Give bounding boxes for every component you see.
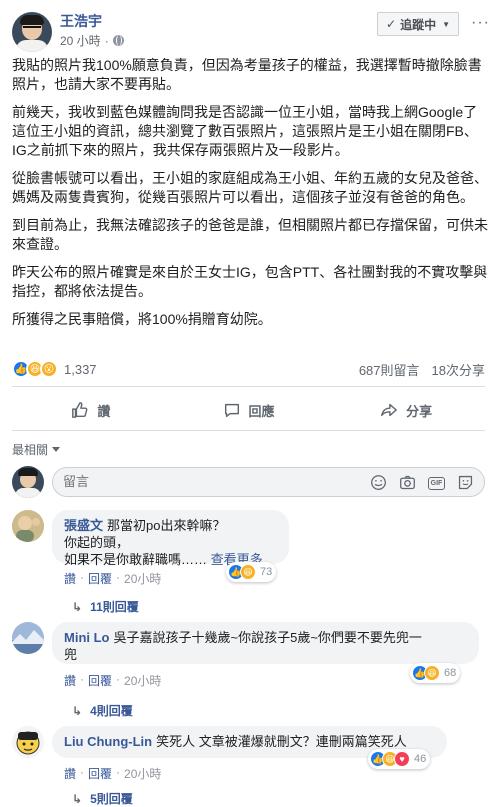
reply-arrow-icon: ↳ [72,703,83,718]
post-body: 我貼的照片我100%願意負責，但因為考量孩子的權益，我選擇暫時撤除臉書照片，也請… [12,56,488,338]
post-paragraph: 我貼的照片我100%願意負責，但因為考量孩子的權益，我選擇暫時撤除臉書照片，也請… [12,57,482,92]
comment-reaction-count: 68 [444,667,457,679]
comment-like-link[interactable]: 讚 [64,672,76,689]
post-meta: 20 小時 · [60,32,124,49]
following-label: 追蹤中 [400,17,437,32]
comment-button[interactable]: 回應 [170,394,328,426]
separator-dot: · [80,765,85,779]
replies-count: 4則回覆 [90,704,133,718]
like-button[interactable]: 讚 [12,394,170,426]
share-label: 分享 [406,403,433,419]
comment-bubble: Mini Lo 吳子嘉說孩子十幾歲~你說孩子5歲~你們要不要先兜一 兜 [52,622,479,664]
replies-count: 5則回覆 [90,792,133,806]
separator-dot: · [116,570,121,584]
emoji-icon[interactable] [370,474,387,491]
reaction-count: 1,337 [64,361,97,377]
comment-reactions[interactable]: 👍 😆 68 [410,663,461,683]
comment-composer: GIF [12,466,485,498]
comment-text: 你起的頭， [64,535,130,550]
haha-reaction-icon: 😆 [424,665,440,681]
love-reaction-icon: ♥ [394,751,410,767]
comment-input[interactable] [63,474,313,489]
comment-actions: 讚 · 回覆 · 20小時 [64,672,161,689]
comment-text: 如果不是你敢辭職嗎…… [64,552,208,567]
commenter-avatar[interactable] [12,622,44,654]
following-button[interactable]: ✓ 追蹤中 ▼ [377,12,459,36]
comment-text: 兜 [64,647,78,662]
comment-time[interactable]: 20小時 [124,672,161,689]
replies-count: 11則回覆 [90,600,139,614]
reply-arrow-icon: ↳ [72,791,83,806]
post-stats: 👍 😆 😮 1,337 687則留言 18次分享 [12,358,485,380]
post-paragraph: 從臉書帳號可以看出，王小姐的家庭組成為王小姐、年約五歲的女兒及爸爸、媽媽及兩隻貴… [12,170,488,205]
post-time[interactable]: 20 小時 [60,32,101,49]
comment-reaction-count: 73 [260,566,273,578]
comment-reactions[interactable]: 👍 😆 73 [226,562,277,582]
view-replies-link[interactable]: ↳ 4則回覆 [72,702,133,719]
globe-icon [112,35,124,46]
comment-input-box[interactable]: GIF [52,467,485,497]
author-avatar[interactable] [12,12,52,52]
commenter-name[interactable]: 張盛文 [64,518,103,533]
post-paragraph: 所獲得之民事賠償，將100%捐贈育幼院。 [12,311,272,327]
like-label: 讚 [97,403,111,419]
post-paragraph: 昨天公布的照片確實是來自於王女士IG，包含PTT、各社團對我的不實攻擊與指控，都… [12,264,488,299]
caret-down-icon: ▼ [442,19,450,29]
thumbs-up-icon [72,402,88,418]
comment-actions: 讚 · 回覆 · 20小時 [64,765,161,782]
comment-reply-link[interactable]: 回覆 [88,672,112,689]
commenter-name[interactable]: Mini Lo [64,630,110,645]
share-arrow-icon [381,403,398,417]
comment-reaction-count: 46 [414,753,427,765]
share-button[interactable]: 分享 [327,394,485,426]
comments-count-link[interactable]: 687則留言 [359,360,420,379]
comment-sort-dropdown[interactable]: 最相關 [12,441,61,458]
caret-down-icon [52,447,61,452]
separator-dot: · [80,672,85,686]
viewer-avatar [12,466,44,498]
comment-bubble: 張盛文 那當初po出來幹嘛？ 你起的頭， 如果不是你敢辭職嗎…… 查看更多 [52,510,289,567]
post-paragraph: 到目前為止，我無法確認孩子的爸爸是誰，但相關照片都已存擋保留，可供未來查證。 [12,217,488,252]
comment-like-link[interactable]: 讚 [64,765,76,782]
separator-dot: · [116,672,121,686]
haha-reaction-icon: 😆 [240,564,256,580]
reply-arrow-icon: ↳ [72,599,83,614]
more-options-button[interactable]: ··· [471,14,490,32]
post-actions: 讚 回應 分享 [12,394,485,426]
comment-time[interactable]: 20小時 [124,570,161,587]
view-replies-link[interactable]: ↳ 5則回覆 [72,790,133,807]
post-paragraph: 前幾天，我收到藍色媒體詢問我是否認識一位王小姐，當時我上網Google了這位王小… [12,104,478,158]
sticker-icon[interactable] [457,474,474,491]
comment-reply-link[interactable]: 回覆 [88,570,112,587]
reaction-summary[interactable]: 👍 😆 😮 1,337 [12,360,97,378]
divider [12,430,485,431]
comment-like-link[interactable]: 讚 [64,570,76,587]
meta-separator: · [104,33,109,48]
check-icon: ✓ [386,17,397,31]
comment-time[interactable]: 20小時 [124,765,161,782]
wow-reaction-icon: 😮 [40,360,58,378]
comment-label: 回應 [248,403,275,419]
comment-reply-link[interactable]: 回覆 [88,765,112,782]
camera-icon[interactable] [399,474,416,491]
comment-text: 笑死人 文章被灌爆就刪文？連刪兩篇笑死人 [156,734,407,749]
comment-actions: 讚 · 回覆 · 20小時 [64,570,161,587]
commenter-avatar[interactable] [12,726,44,758]
comment-reactions[interactable]: 👍 😆 ♥ 46 [368,749,431,769]
author-name[interactable]: 王浩宇 [60,11,102,31]
commenter-avatar[interactable] [12,510,44,542]
sort-label: 最相關 [12,443,49,457]
separator-dot: · [116,765,121,779]
comment-text: 那當初po出來幹嘛？ [107,518,226,533]
comment-bubble-icon [224,403,239,418]
shares-count-link[interactable]: 18次分享 [432,360,485,379]
commenter-name[interactable]: Liu Chung-Lin [64,734,152,749]
divider [12,386,485,387]
comment-text: 吳子嘉說孩子十幾歲~你說孩子5歲~你們要不要先兜一 [113,630,422,645]
post-header: 王浩宇 20 小時 · ✓ 追蹤中 ▼ ··· [0,0,497,56]
view-replies-link[interactable]: ↳ 11則回覆 [72,598,139,615]
gif-icon[interactable]: GIF [428,474,445,491]
separator-dot: · [80,570,85,584]
